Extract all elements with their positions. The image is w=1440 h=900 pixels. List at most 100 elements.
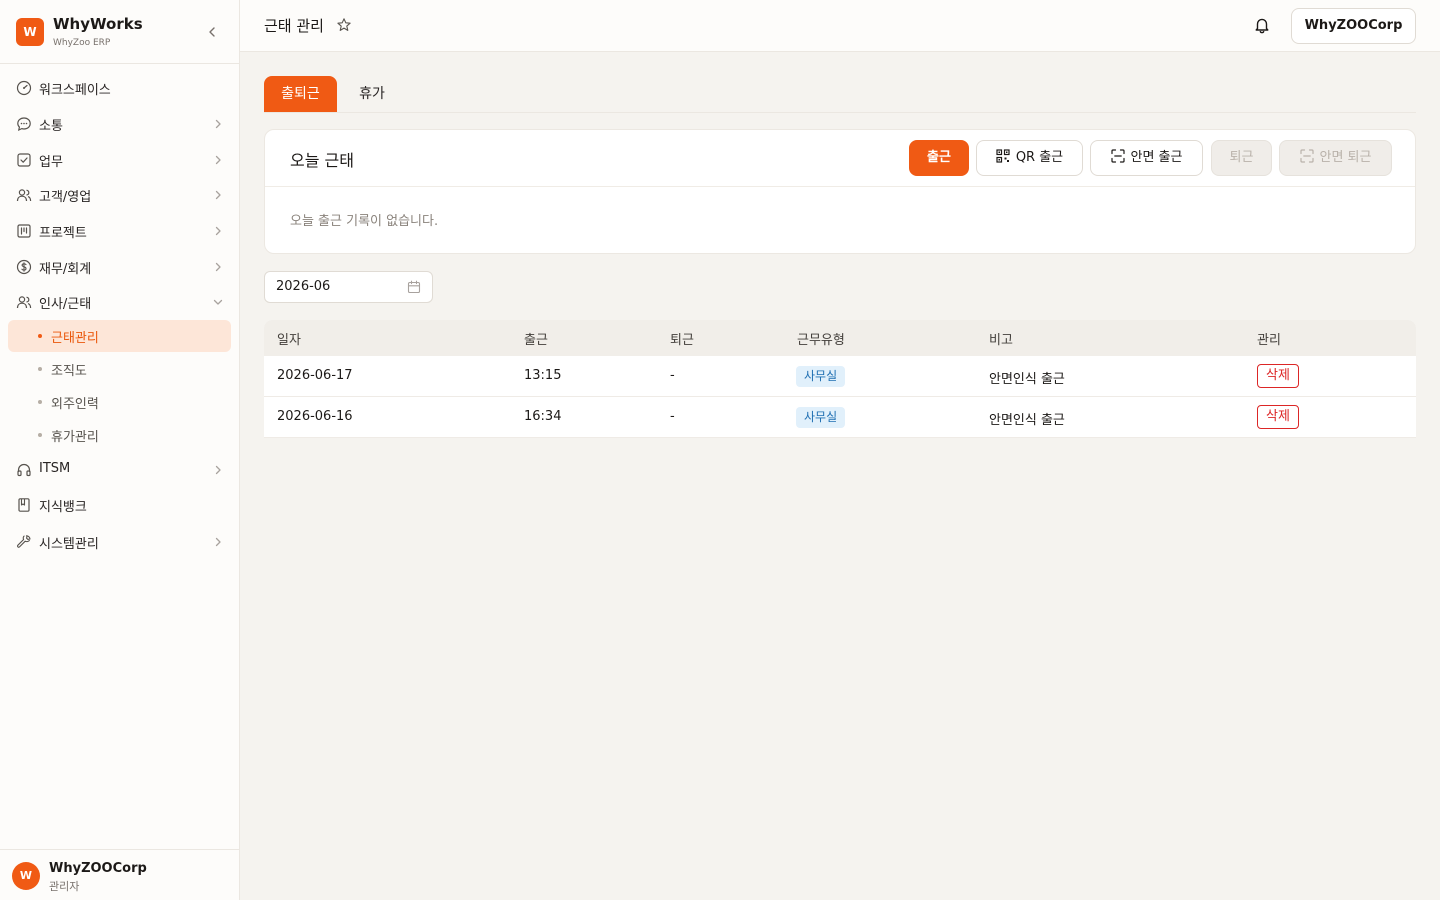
sidebar-subitem-contractors[interactable]: 외주인력 [8, 386, 231, 418]
sidebar-subitem-leave[interactable]: 휴가관리 [8, 419, 231, 451]
attendance-table: 일자 출근 퇴근 근무유형 비고 관리 2026-06-17 13:15 - 사… [264, 320, 1416, 438]
sidebar-item-system[interactable]: 시스템관리 [0, 525, 239, 559]
sidebar-item-label: 프로젝트 [39, 226, 87, 241]
chevron-left-icon[interactable] [204, 24, 220, 40]
column-header-check-out: 퇴근 [670, 333, 694, 348]
sidebar-item-label: 고객/영업 [39, 190, 92, 205]
user-name: WhyZOOCorp [49, 861, 147, 876]
book-icon [18, 498, 30, 512]
chevron-right-icon [215, 537, 221, 547]
bullet-dot [38, 433, 42, 437]
brand-name: WhyWorks [53, 15, 143, 33]
sidebar-subitem-attendance[interactable]: 근태관리 [8, 320, 231, 352]
sidebar-item-hr[interactable]: 인사/근태 [0, 285, 239, 319]
chevron-right-icon [215, 226, 221, 236]
work-type-badge: 사무실 [796, 366, 846, 387]
calendar-icon [407, 280, 421, 294]
checkbox-icon [17, 153, 31, 167]
tab-attendance[interactable]: 출퇴근 [264, 76, 337, 112]
brand-subtitle: WhyZoo ERP [53, 38, 111, 48]
sidebar-item-itsm[interactable]: ITSM [0, 453, 239, 487]
sidebar-item-label: 인사/근태 [39, 297, 92, 312]
chevron-right-icon [215, 190, 221, 200]
org-switch-button[interactable]: WhyZOOCorp [1291, 8, 1416, 44]
month-value: 2026-06 [276, 279, 331, 294]
sidebar-item-tasks[interactable]: 업무 [0, 143, 239, 177]
message-icon [17, 117, 31, 132]
avatar: W [12, 862, 40, 890]
cell-date: 2026-06-16 [277, 409, 353, 424]
sidebar-item-projects[interactable]: 프로젝트 [0, 214, 239, 248]
bell-icon[interactable] [1253, 16, 1271, 34]
sidebar-item-communication[interactable]: 소통 [0, 107, 239, 141]
card-title: 오늘 근태 [290, 151, 354, 170]
bullet-dot [38, 334, 42, 338]
chevron-right-icon [215, 155, 221, 165]
sidebar-subitem-label: 휴가관리 [51, 430, 99, 445]
column-header-actions: 관리 [1257, 333, 1281, 348]
table-header: 일자 출근 퇴근 근무유형 비고 관리 [264, 320, 1416, 356]
cell-check-in: 13:15 [524, 368, 562, 383]
check-in-button[interactable]: 출근 [909, 140, 969, 176]
sidebar-item-label: ITSM [39, 461, 71, 476]
star-icon[interactable] [336, 17, 352, 33]
chevron-right-icon [215, 262, 221, 272]
sidebar-subitem-label: 조직도 [51, 364, 87, 379]
qr-check-in-button[interactable]: QR 출근 [976, 140, 1083, 176]
user-role: 관리자 [49, 880, 80, 893]
cell-check-in: 16:34 [524, 409, 562, 424]
sidebar-item-workspace[interactable]: 워크스페이스 [0, 71, 239, 105]
cell-check-out: - [670, 368, 675, 383]
table-row: 2026-06-17 13:15 - 사무실 안면인식 출근 삭제 [264, 356, 1416, 397]
month-picker[interactable]: 2026-06 [264, 271, 433, 303]
sidebar-item-label: 지식뱅크 [39, 500, 87, 515]
cell-check-out: - [670, 409, 675, 424]
sidebar-item-label: 재무/회계 [39, 262, 92, 277]
wrench-icon [16, 535, 31, 548]
gauge-icon [16, 80, 32, 96]
sidebar-subitem-label: 외주인력 [51, 397, 99, 412]
check-out-button[interactable]: 퇴근 [1211, 140, 1272, 176]
delete-button[interactable]: 삭제 [1257, 364, 1299, 388]
dollar-icon [16, 259, 32, 275]
qr-code-icon [996, 149, 1010, 163]
button-label: 퇴근 [1229, 150, 1254, 165]
face-scan-icon [1299, 149, 1314, 163]
user-profile[interactable]: W WhyZOOCorp 관리자 [0, 849, 239, 900]
sidebar: W WhyWorks WhyZoo ERP 워크스페이스 소통 업무 고객/영업… [0, 0, 240, 900]
bullet-dot [38, 400, 42, 404]
sidebar-item-finance[interactable]: 재무/회계 [0, 250, 239, 284]
sidebar-item-knowledge[interactable]: 지식뱅크 [0, 488, 239, 522]
kanban-icon [17, 224, 31, 238]
face-scan-icon [1110, 149, 1125, 163]
face-check-in-button[interactable]: 안면 출근 [1090, 140, 1203, 176]
face-check-out-button[interactable]: 안면 퇴근 [1279, 140, 1392, 176]
brand-header: W WhyWorks WhyZoo ERP [0, 0, 239, 64]
brand-logo: W [16, 18, 44, 46]
button-label: 안면 퇴근 [1319, 150, 1372, 165]
empty-message: 오늘 출근 기록이 없습니다. [290, 214, 439, 229]
today-attendance-card: 오늘 근태 출근 QR 출근 안면 출근 퇴근 안면 퇴근 오늘 출근 기록이 … [264, 129, 1416, 254]
button-label: QR 출근 [1015, 150, 1064, 165]
card-divider [265, 186, 1415, 187]
chevron-down-icon [213, 299, 223, 305]
table-row: 2026-06-16 16:34 - 사무실 안면인식 출근 삭제 [264, 397, 1416, 438]
headset-icon [17, 463, 31, 477]
delete-button[interactable]: 삭제 [1257, 405, 1299, 429]
column-header-check-in: 출근 [524, 333, 548, 348]
cell-date: 2026-06-17 [277, 368, 353, 383]
sidebar-item-label: 시스템관리 [39, 537, 99, 552]
column-header-work-type: 근무유형 [797, 333, 845, 348]
sidebar-item-label: 소통 [39, 119, 63, 134]
column-header-date: 일자 [277, 333, 301, 348]
work-type-badge: 사무실 [796, 407, 846, 428]
tab-leave[interactable]: 휴가 [343, 76, 401, 112]
tab-divider [264, 112, 1416, 113]
cell-note: 안면인식 출근 [989, 413, 1065, 428]
people-icon [16, 296, 32, 309]
top-header: 근태 관리 WhyZOOCorp [240, 0, 1440, 52]
sidebar-item-customers[interactable]: 고객/영업 [0, 178, 239, 212]
sidebar-subitem-org-chart[interactable]: 조직도 [8, 353, 231, 385]
chevron-right-icon [215, 465, 221, 475]
column-header-note: 비고 [989, 333, 1013, 348]
